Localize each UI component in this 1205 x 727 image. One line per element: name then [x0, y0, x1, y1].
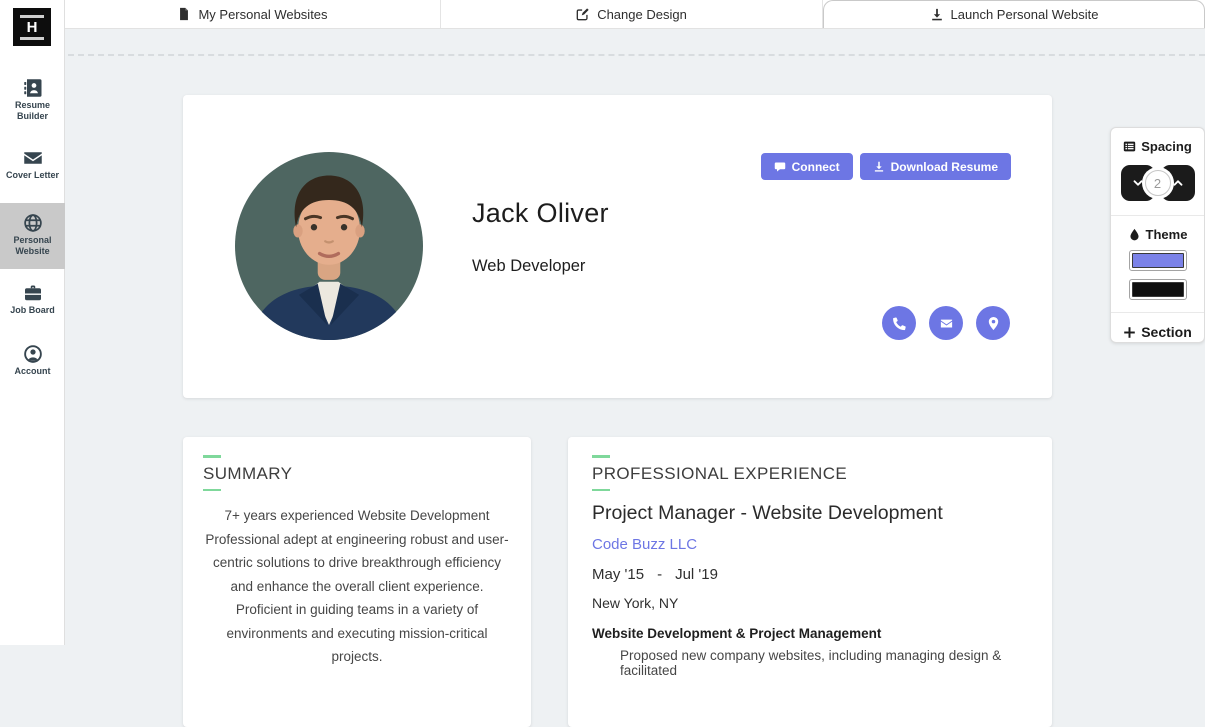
- list-icon: [1123, 140, 1136, 153]
- sidebar-item-label: Personal Website: [4, 235, 62, 258]
- drop-zone-dashed-separator: [68, 54, 1205, 56]
- spacing-header: Spacing: [1117, 139, 1198, 154]
- experience-dates: May '15 - Jul '19: [592, 566, 1028, 583]
- location-icon: [986, 316, 1001, 331]
- tab-label: My Personal Websites: [198, 7, 327, 22]
- date-separator: -: [657, 566, 662, 583]
- plus-icon: [1123, 326, 1136, 339]
- theme-label: Theme: [1146, 227, 1188, 242]
- sidebar-item-label: Cover Letter: [4, 170, 62, 181]
- experience-skill-heading: Website Development & Project Management: [592, 626, 1028, 641]
- logo-top-bar: [20, 15, 44, 18]
- chat-icon: [774, 161, 786, 173]
- contact-buttons: [882, 306, 1010, 340]
- user-circle-icon: [23, 344, 43, 364]
- theme-header: Theme: [1117, 227, 1198, 242]
- sidebar-item-personal-website[interactable]: Personal Website: [0, 203, 65, 269]
- sidebar-item-label: Job Board: [4, 305, 62, 316]
- spacing-stepper: 2: [1121, 165, 1195, 201]
- date-end: Jul '19: [675, 566, 718, 583]
- heading-accent-line: [592, 455, 610, 458]
- tab-my-personal-websites[interactable]: My Personal Websites: [65, 0, 441, 28]
- experience-role: Project Manager - Website Development: [592, 502, 1028, 525]
- swatch-color: [1132, 282, 1184, 297]
- connect-label: Connect: [792, 160, 840, 174]
- droplet-icon: [1128, 228, 1141, 241]
- sidebar-item-label: Resume Builder: [4, 100, 62, 123]
- summary-heading: SUMMARY: [203, 464, 292, 484]
- edit-icon: [576, 7, 590, 21]
- email-button[interactable]: [929, 306, 963, 340]
- app-logo[interactable]: H: [13, 8, 51, 46]
- chevron-down-icon: [1131, 176, 1145, 190]
- experience-bullet-clipped: Proposed new company websites, including…: [592, 648, 1028, 678]
- summary-card: SUMMARY 7+ years experienced Website Dev…: [183, 437, 531, 727]
- hero-actions: Connect Download Resume: [761, 153, 1011, 180]
- theme-swatch-purple[interactable]: [1129, 250, 1187, 271]
- summary-text: 7+ years experienced Website Development…: [203, 504, 511, 669]
- spacing-section: Spacing 2: [1111, 128, 1204, 215]
- phone-button[interactable]: [882, 306, 916, 340]
- spacing-value: 2: [1145, 170, 1171, 196]
- envelope-icon: [23, 148, 43, 168]
- download-icon: [930, 8, 944, 22]
- add-section-label: Section: [1141, 324, 1192, 340]
- download-resume-button[interactable]: Download Resume: [860, 153, 1011, 180]
- add-section-header: Section: [1117, 324, 1198, 340]
- tab-label: Launch Personal Website: [951, 7, 1099, 22]
- heading-accent-line: [203, 455, 221, 458]
- connect-button[interactable]: Connect: [761, 153, 853, 180]
- chevron-up-icon: [1171, 176, 1185, 190]
- spacing-label: Spacing: [1141, 139, 1192, 154]
- add-section-button[interactable]: Section: [1111, 312, 1204, 352]
- date-start: May '15: [592, 566, 644, 583]
- email-icon: [939, 316, 954, 331]
- sidebar-item-label: Account: [4, 366, 62, 377]
- sidebar-item-resume-builder[interactable]: Resume Builder: [0, 72, 65, 129]
- experience-card: PROFESSIONAL EXPERIENCE Project Manager …: [568, 437, 1052, 727]
- heading-accent-line: [592, 489, 610, 492]
- experience-company-link[interactable]: Code Buzz LLC: [592, 536, 1028, 553]
- design-tools-panel: Spacing 2 Theme Section: [1110, 127, 1205, 343]
- theme-swatch-black[interactable]: [1129, 279, 1187, 300]
- briefcase-icon: [23, 283, 43, 303]
- sidebar-item-cover-letter[interactable]: Cover Letter: [0, 142, 65, 187]
- profile-name: Jack Oliver: [472, 198, 609, 229]
- globe-icon: [23, 213, 43, 233]
- avatar: [235, 152, 423, 340]
- tab-change-design[interactable]: Change Design: [441, 0, 823, 28]
- swatch-color: [1132, 253, 1184, 268]
- address-book-icon: [23, 78, 43, 98]
- tab-label: Change Design: [597, 7, 687, 22]
- logo-bottom-bar: [20, 37, 44, 40]
- profile-hero-card: Jack Oliver Web Developer Connect Downlo…: [183, 95, 1052, 398]
- experience-heading: PROFESSIONAL EXPERIENCE: [592, 464, 847, 484]
- location-button[interactable]: [976, 306, 1010, 340]
- theme-section: Theme: [1111, 215, 1204, 312]
- file-icon: [177, 7, 191, 21]
- profile-job-title: Web Developer: [472, 257, 585, 276]
- logo-letter: H: [27, 20, 38, 35]
- download-icon: [873, 161, 885, 173]
- download-resume-label: Download Resume: [891, 160, 998, 174]
- sidebar: H Resume Builder Cover Letter Personal W…: [0, 0, 65, 645]
- sidebar-item-job-board[interactable]: Job Board: [0, 277, 65, 322]
- phone-icon: [892, 316, 907, 331]
- top-tab-bar: My Personal Websites Change Design Launc…: [65, 0, 1205, 29]
- tab-launch-personal-website[interactable]: Launch Personal Website: [823, 0, 1205, 28]
- sidebar-item-account[interactable]: Account: [0, 338, 65, 383]
- heading-accent-line: [203, 489, 221, 492]
- experience-location: New York, NY: [592, 595, 1028, 611]
